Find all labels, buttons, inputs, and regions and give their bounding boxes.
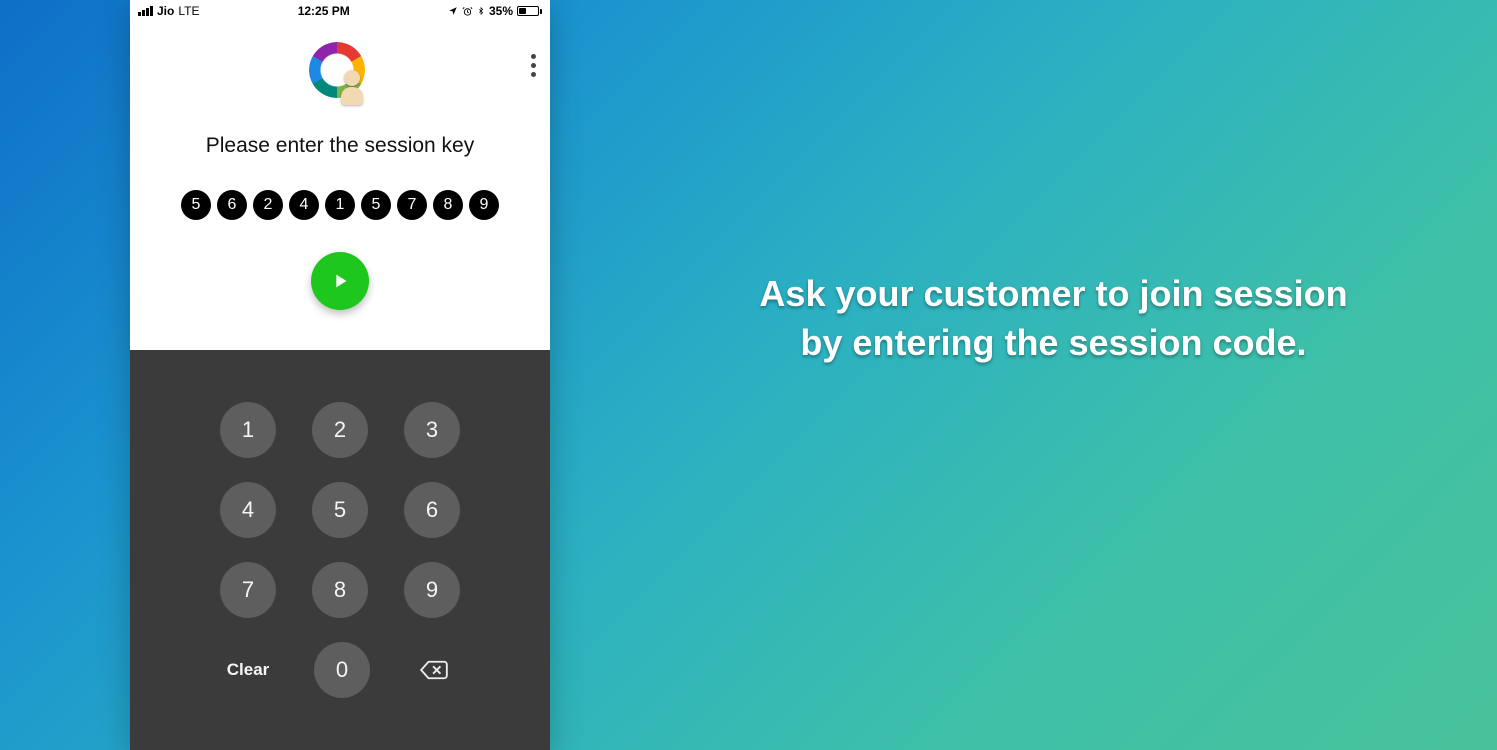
numeric-keypad: 1 2 3 4 5 6 7 8 9 Clear 0 [130, 350, 550, 750]
keypad-8[interactable]: 8 [312, 562, 368, 618]
battery-pct: 35% [489, 4, 513, 18]
digit-cell: 2 [253, 190, 283, 220]
more-menu-button[interactable] [531, 54, 536, 77]
phone-screen: Jio LTE 12:25 PM 35% [130, 0, 550, 750]
digit-cell: 1 [325, 190, 355, 220]
bluetooth-icon [477, 5, 485, 17]
play-icon [329, 270, 351, 292]
join-session-button[interactable] [311, 252, 369, 310]
keypad-4[interactable]: 4 [220, 482, 276, 538]
status-right: 35% [448, 4, 542, 18]
keypad-7[interactable]: 7 [220, 562, 276, 618]
keypad-6[interactable]: 6 [404, 482, 460, 538]
digit-cell: 4 [289, 190, 319, 220]
status-time: 12:25 PM [199, 4, 448, 18]
signal-icon [138, 6, 153, 16]
status-left: Jio LTE [138, 4, 199, 18]
session-key-display: 5 6 2 4 1 5 7 8 9 [130, 158, 550, 220]
digit-cell: 8 [433, 190, 463, 220]
digit-cell: 9 [469, 190, 499, 220]
promo-line-2: by entering the session code. [670, 319, 1437, 368]
digit-cell: 5 [361, 190, 391, 220]
location-icon [448, 6, 458, 16]
keypad-5[interactable]: 5 [312, 482, 368, 538]
logo-person-icon [339, 70, 365, 106]
session-entry-area: Please enter the session key 5 6 2 4 1 5… [130, 22, 550, 350]
backspace-icon [419, 659, 449, 681]
keypad-9[interactable]: 9 [404, 562, 460, 618]
battery-icon [517, 6, 542, 16]
keypad-clear[interactable]: Clear [218, 642, 278, 698]
digit-cell: 5 [181, 190, 211, 220]
keypad-3[interactable]: 3 [404, 402, 460, 458]
phone-frame: Jio LTE 12:25 PM 35% [130, 0, 550, 750]
app-logo [130, 22, 550, 110]
marketing-slide: Ask your customer to join session by ent… [0, 0, 1497, 750]
digit-cell: 6 [217, 190, 247, 220]
session-prompt: Please enter the session key [130, 110, 550, 158]
alarm-icon [462, 6, 473, 17]
keypad-backspace[interactable] [406, 642, 462, 698]
keypad-1[interactable]: 1 [220, 402, 276, 458]
promo-text: Ask your customer to join session by ent… [670, 270, 1437, 367]
carrier-label: Jio [157, 4, 174, 18]
promo-line-1: Ask your customer to join session [670, 270, 1437, 319]
digit-cell: 7 [397, 190, 427, 220]
keypad-2[interactable]: 2 [312, 402, 368, 458]
network-label: LTE [178, 4, 199, 18]
status-bar: Jio LTE 12:25 PM 35% [130, 0, 550, 22]
keypad-0[interactable]: 0 [314, 642, 370, 698]
